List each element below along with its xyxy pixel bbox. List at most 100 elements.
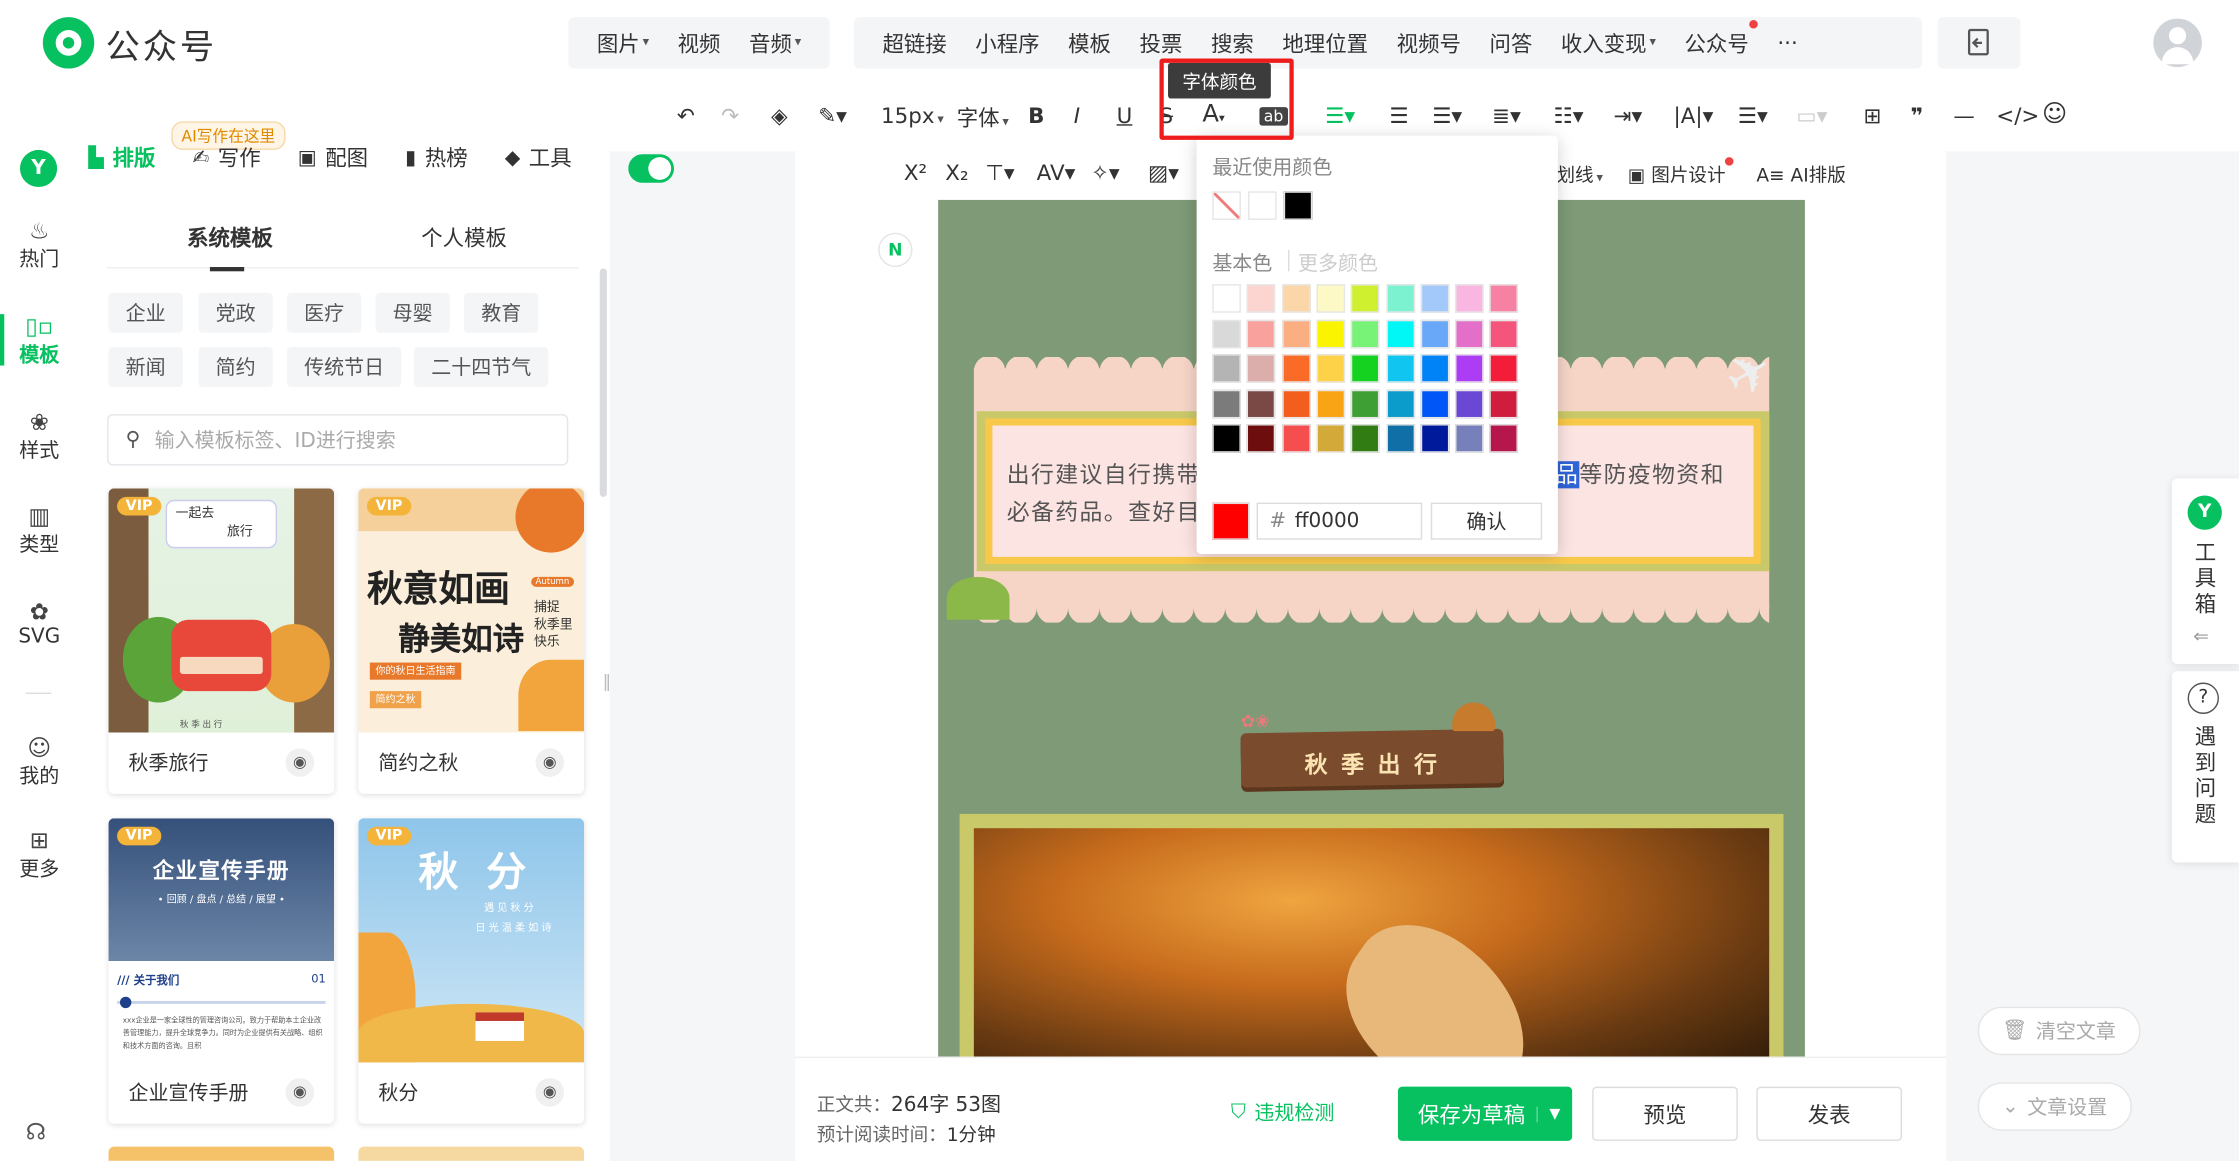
chip-solar-terms[interactable]: 二十四节气 — [414, 346, 549, 387]
headset-icon[interactable]: ☊ — [26, 1118, 46, 1145]
template-card-corporate[interactable]: 企业宣传手册 • 回顾 / 盘点 / 总结 / 展望 • /// 关于我们 01… — [108, 818, 335, 1124]
palette-color-swatch[interactable] — [1455, 354, 1484, 383]
subscript-icon[interactable]: X₂ — [945, 160, 968, 186]
nav-svg[interactable]: ✿ SVG — [0, 599, 79, 648]
palette-color-swatch[interactable] — [1316, 424, 1345, 454]
panel-collapse-handle[interactable]: ‖ — [603, 671, 617, 705]
palette-color-swatch[interactable] — [1351, 319, 1380, 348]
redo-icon[interactable]: ↷ — [721, 103, 739, 129]
hex-color-input[interactable]: # ff0000 — [1256, 502, 1423, 540]
preview-eye-icon[interactable]: ◉ — [285, 1078, 315, 1107]
palette-color-swatch[interactable] — [1247, 319, 1276, 348]
palette-color-swatch[interactable] — [1385, 284, 1415, 313]
ai-layout-button[interactable]: A≡ AI排版 — [1756, 160, 1845, 187]
insert-template-button[interactable]: 模板 — [1054, 17, 1125, 68]
font-family-select[interactable]: 字体 — [957, 103, 1009, 133]
preview-button[interactable]: 预览 — [1592, 1086, 1738, 1141]
line-height-icon[interactable]: ≣▾ — [1492, 103, 1521, 129]
tab-images[interactable]: ▣ 配图 — [298, 143, 368, 173]
preview-eye-icon[interactable]: ◉ — [535, 748, 565, 777]
toolbox-panel[interactable]: Y 工具箱 ⇐ — [2171, 478, 2239, 664]
palette-color-swatch[interactable] — [1420, 284, 1450, 313]
palette-color-swatch[interactable] — [1281, 319, 1311, 348]
recent-color-swatch[interactable] — [1283, 191, 1313, 220]
chip-medical[interactable]: 医疗 — [287, 292, 362, 333]
nav-mine[interactable]: ☺ 我的 — [0, 735, 79, 789]
chip-party[interactable]: 党政 — [198, 292, 273, 333]
palette-color-swatch[interactable] — [1247, 424, 1276, 454]
selected-text[interactable]: 品 — [1555, 461, 1580, 489]
insert-audio-menu[interactable]: 音频 — [735, 17, 816, 68]
basic-colors-tab[interactable]: 基本色 — [1212, 248, 1272, 277]
nav-hot[interactable]: ♨ 热门 — [0, 218, 79, 272]
eraser-icon[interactable]: ◈ — [771, 103, 787, 129]
palette-color-swatch[interactable] — [1281, 284, 1311, 313]
palette-color-swatch[interactable] — [1385, 424, 1415, 454]
palette-color-swatch[interactable] — [1247, 354, 1276, 383]
palette-color-swatch[interactable] — [1489, 319, 1519, 348]
palette-color-swatch[interactable] — [1316, 284, 1345, 313]
palette-color-swatch[interactable] — [1316, 354, 1345, 383]
more-colors-tab[interactable]: 更多颜色 — [1298, 248, 1378, 277]
panel-scrollbar[interactable] — [599, 268, 607, 497]
palette-color-swatch[interactable] — [1351, 354, 1380, 383]
letter-spacing-icon[interactable]: |A|▾ — [1674, 103, 1714, 129]
template-card-autumn-equinox[interactable]: 秋 分 遇 见 秋 分 日 光 温 柔 如 诗 VIP 秋分 ◉ — [358, 818, 585, 1124]
vertical-align-icon[interactable]: ⊤▾ — [985, 160, 1014, 186]
chip-maternal[interactable]: 母婴 — [375, 292, 450, 333]
app-logo[interactable]: 公众号 — [42, 17, 217, 69]
insert-video-button[interactable]: 视频 — [663, 17, 734, 68]
save-draft-button[interactable]: 保存为草稿 ▼ — [1397, 1086, 1573, 1141]
image-design-button[interactable]: ▣ 图片设计 — [1628, 157, 1735, 187]
insert-image-menu[interactable]: 图片 — [583, 17, 664, 68]
insert-qa-button[interactable]: 问答 — [1475, 17, 1546, 68]
insert-account-button[interactable]: 公众号 — [1670, 17, 1763, 68]
palette-color-swatch[interactable] — [1455, 284, 1484, 313]
article-paragraph-right[interactable]: 品等防疫物资和 — [1555, 457, 1725, 494]
chip-news[interactable]: 新闻 — [108, 346, 183, 387]
article-paragraph-left[interactable]: 出行建议自行携带 必备药品。查好目 — [1007, 457, 1201, 531]
insert-link-button[interactable]: 超链接 — [868, 17, 961, 68]
panel-toggle-switch[interactable] — [628, 154, 674, 183]
divider-icon[interactable]: — — [1953, 103, 1974, 129]
subtab-personal[interactable]: 个人模板 — [421, 223, 507, 253]
bold-icon[interactable]: B — [1028, 103, 1044, 129]
underline-icon[interactable]: U — [1117, 103, 1133, 129]
emoji-icon[interactable]: ☺ — [2042, 100, 2067, 129]
plugin-badge-icon[interactable]: N — [878, 232, 913, 268]
align-left-icon[interactable]: ☰▾ — [1325, 103, 1355, 129]
list-icon[interactable]: ☰▾ — [1738, 103, 1768, 129]
char-spacing-icon[interactable]: AV▾ — [1037, 160, 1076, 186]
indent-icon[interactable]: ⇥▾ — [1614, 103, 1643, 129]
article-settings-button[interactable]: ⌄ 文章设置 — [1977, 1082, 2132, 1131]
table-icon[interactable]: ⊞ — [1863, 103, 1881, 129]
nav-type[interactable]: ▥ 类型 — [0, 503, 79, 558]
palette-color-swatch[interactable] — [1212, 354, 1241, 383]
preview-eye-icon[interactable]: ◉ — [535, 1078, 565, 1107]
underline-style-menu[interactable]: 划线 — [1556, 160, 1602, 187]
font-size-select[interactable]: 15px — [881, 103, 944, 129]
palette-color-swatch[interactable] — [1455, 424, 1484, 454]
align-center-icon[interactable]: ☰ — [1389, 103, 1408, 129]
palette-color-swatch[interactable] — [1351, 284, 1380, 313]
palette-color-swatch[interactable] — [1489, 424, 1519, 454]
palette-color-swatch[interactable] — [1351, 424, 1380, 454]
palette-color-swatch[interactable] — [1212, 284, 1241, 313]
palette-color-swatch[interactable] — [1420, 319, 1450, 348]
italic-icon[interactable]: I — [1074, 103, 1080, 129]
publish-button[interactable]: 发表 — [1756, 1086, 1903, 1141]
template-card-simple-autumn[interactable]: 秋意如画 静美如诗 Autumn 捕捉 秋季里 快乐 你的秋日生活指南 简约之秋 V… — [358, 488, 585, 794]
palette-color-swatch[interactable] — [1281, 354, 1311, 383]
palette-color-swatch[interactable] — [1489, 354, 1519, 383]
superscript-icon[interactable]: X² — [904, 160, 927, 186]
border-icon[interactable]: ▭▾ — [1796, 103, 1827, 129]
palette-color-swatch[interactable] — [1247, 389, 1276, 419]
image-edit-icon[interactable]: ▨▾ — [1148, 160, 1179, 186]
palette-color-swatch[interactable] — [1385, 389, 1415, 419]
code-icon[interactable]: </> — [1996, 103, 2039, 129]
undo-icon[interactable]: ↶ — [677, 103, 695, 129]
palette-color-swatch[interactable] — [1489, 389, 1519, 419]
nav-more[interactable]: ⊞ 更多 — [0, 827, 79, 882]
insert-miniprogram-button[interactable]: 小程序 — [961, 17, 1054, 68]
chip-festival[interactable]: 传统节日 — [287, 346, 402, 387]
